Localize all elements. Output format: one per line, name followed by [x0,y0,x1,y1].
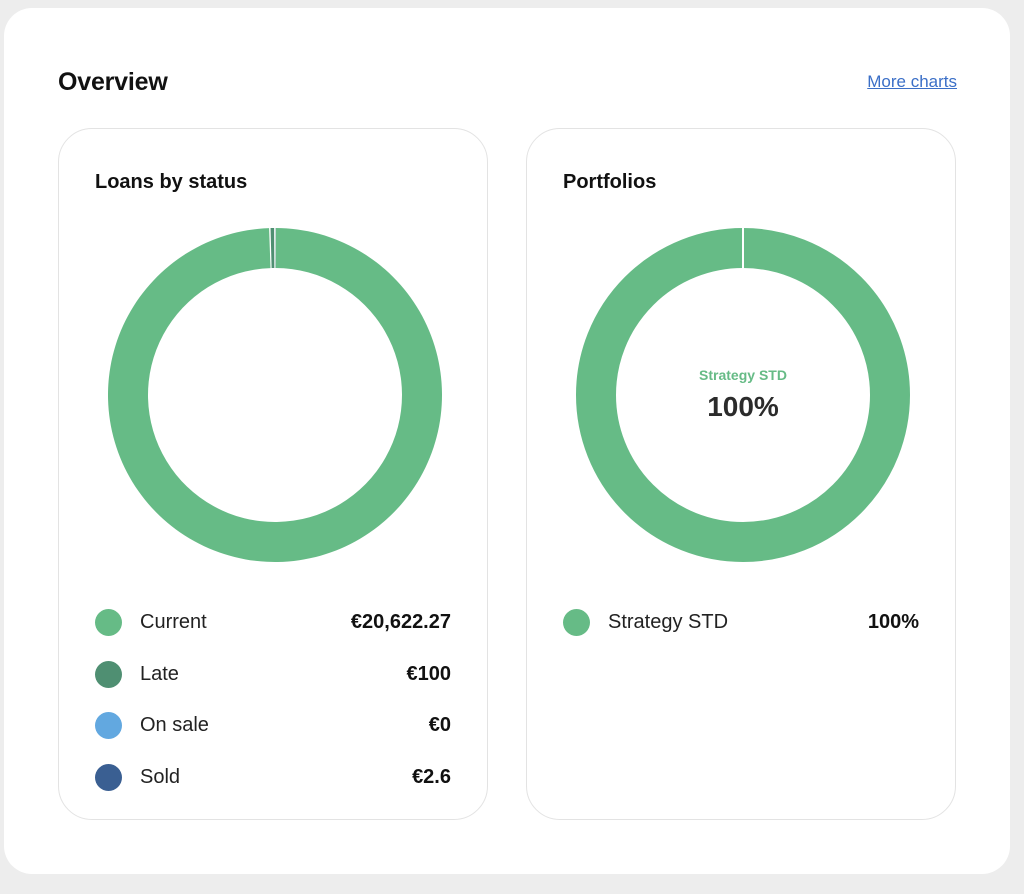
legend-dot-on-sale [95,712,122,740]
legend-label-sold: Sold [140,765,181,788]
portfolios-slice-strategy-std [576,228,910,562]
loans-by-status-card: Loans by status Current €20,622.27 Late … [58,128,488,820]
loans-donut-chart [108,228,442,562]
legend-item-strategy-std: Strategy STD 100% [563,597,919,649]
legend-value-current: €20,622.27 [350,611,451,634]
legend-label-current: Current [140,611,207,634]
legend-dot-sold [95,763,122,791]
legend-dot-current [95,609,122,637]
legend-value-late: €100 [406,662,452,685]
legend-value-on-sale: €0 [428,714,451,737]
legend-value-sold: €2.6 [412,765,451,788]
legend-item-on-sale: On sale €0 [95,700,451,752]
legend-item-late: Late €100 [95,649,451,701]
overview-panel: Overview More charts Loans by status Cur… [4,8,1010,874]
legend-label-strategy-std: Strategy STD [608,611,729,634]
portfolios-card: Portfolios Strategy STD 100% Strategy ST… [526,128,956,820]
loans-legend: Current €20,622.27 Late €100 On sale €0 … [95,597,451,803]
legend-dot-strategy-std [563,609,590,637]
portfolios-donut-chart [576,227,910,562]
portfolios-legend: Strategy STD 100% [563,597,919,649]
loans-slice-late [270,228,275,269]
legend-item-sold: Sold €2.6 [95,752,451,804]
legend-item-current: Current €20,622.27 [95,597,451,649]
legend-value-strategy-std: 100% [867,611,919,634]
loans-card-title: Loans by status [95,171,248,193]
more-charts-link[interactable]: More charts [867,72,957,92]
legend-label-on-sale: On sale [140,714,209,737]
legend-dot-late [95,660,122,688]
page-title: Overview [58,68,168,96]
legend-label-late: Late [140,662,179,685]
loans-slice-current [108,228,442,562]
portfolios-card-title: Portfolios [563,171,657,193]
